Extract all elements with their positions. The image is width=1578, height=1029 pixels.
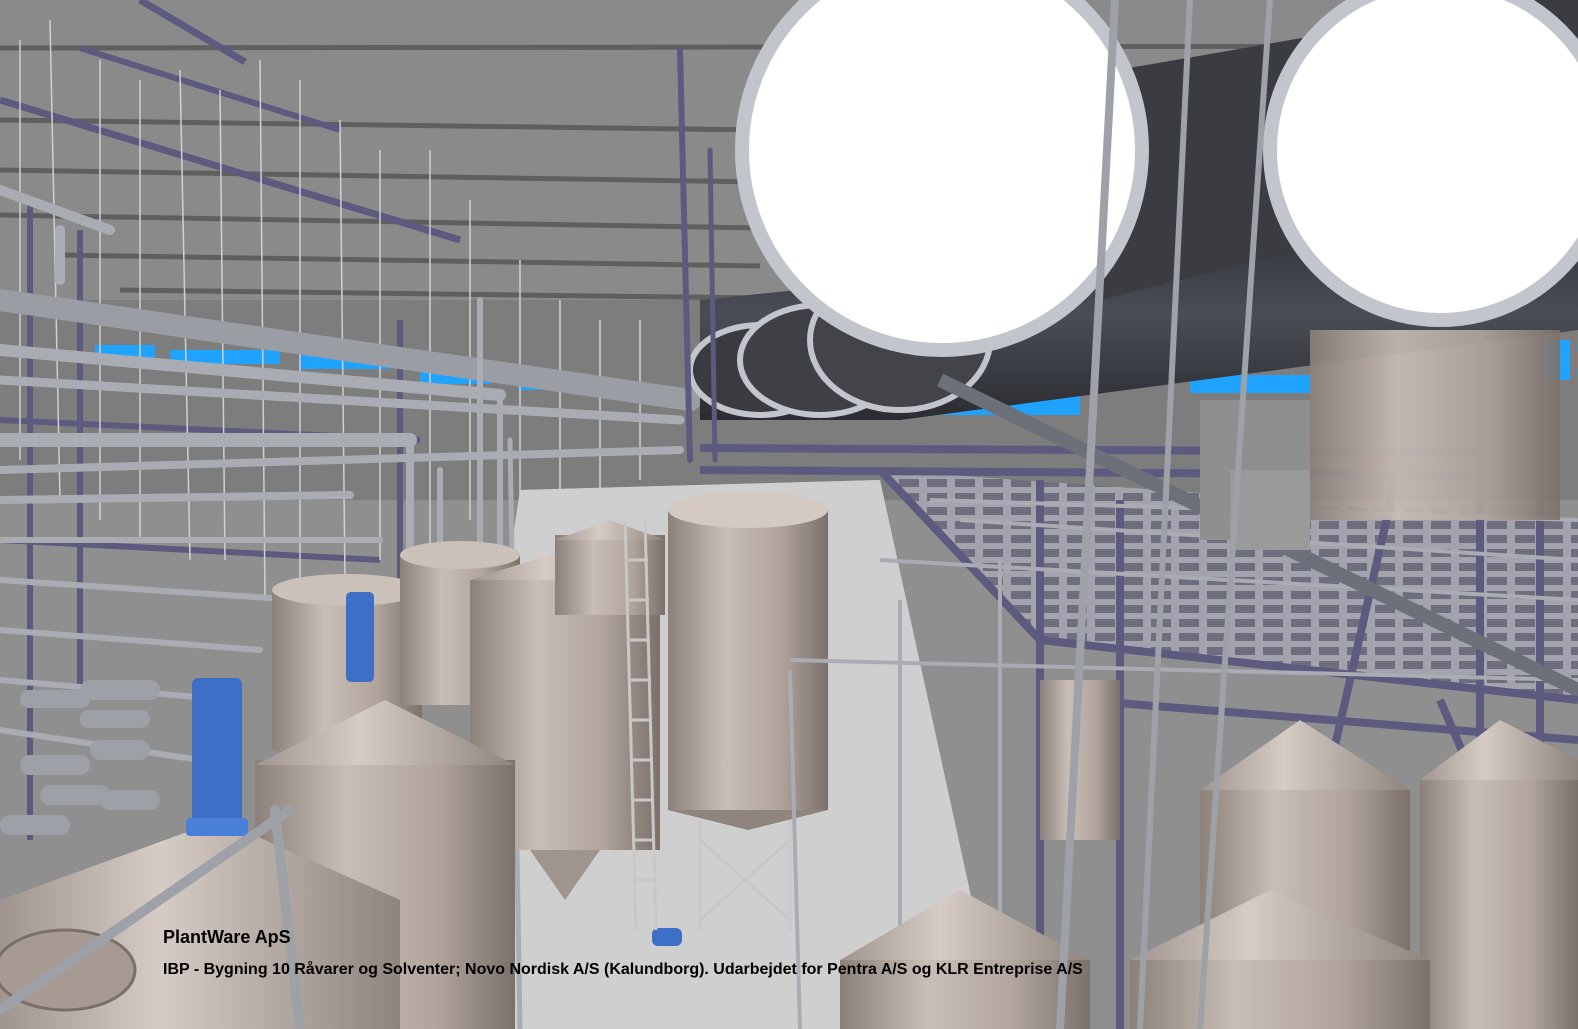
plant-3d-render [0, 0, 1578, 1029]
company-label: PlantWare ApS [163, 927, 291, 947]
caption-block: PlantWare ApS IBP - Bygning 10 Råvarer o… [163, 926, 1543, 980]
duct-opening-1 [735, 0, 1149, 357]
duct-opening-2 [1263, 0, 1578, 327]
project-description: IBP - Bygning 10 Råvarer og Solventer; N… [163, 961, 1083, 978]
